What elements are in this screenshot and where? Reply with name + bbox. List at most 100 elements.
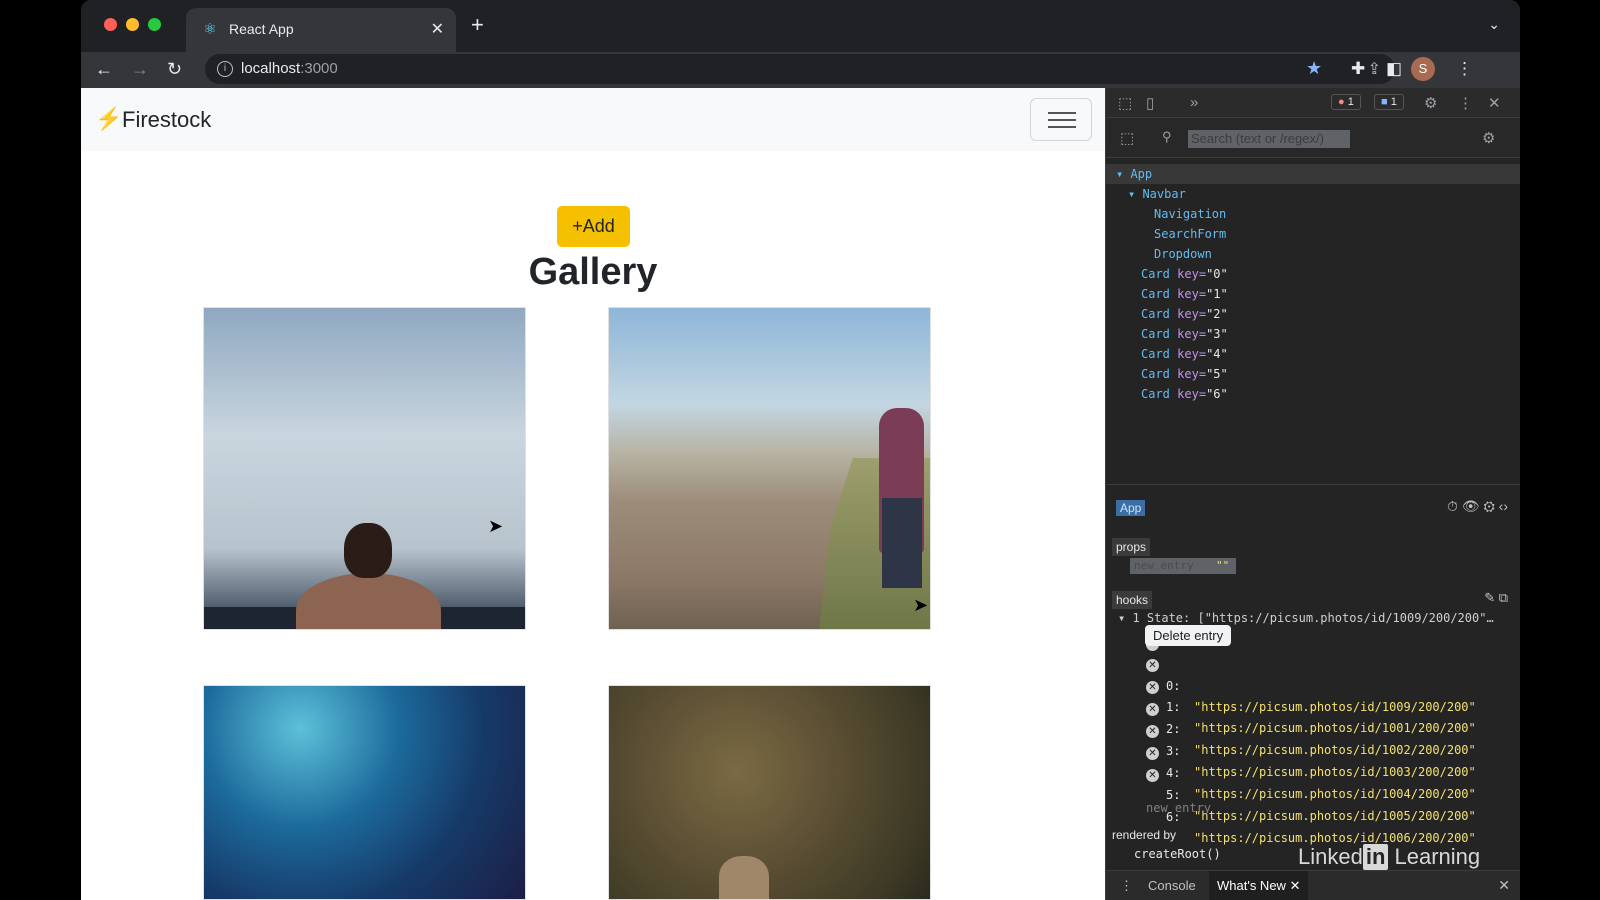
drawer-close-icon[interactable]: ✕ — [1498, 877, 1510, 894]
hook-entry[interactable]: ✕ 1: "https://picsum.photos/id/1001/200/… — [1106, 655, 1520, 735]
props-section-label: props — [1112, 538, 1151, 556]
mouse-cursor-icon: ➤ — [913, 595, 929, 615]
tab-title: React App — [229, 21, 294, 37]
hook-value[interactable]: "https://picsum.photos/id/1005/200/200" — [1194, 806, 1476, 827]
bookmark-star-icon[interactable]: ★ — [1306, 58, 1322, 79]
gallery-photo[interactable] — [203, 685, 526, 900]
delete-entry-tooltip: Delete entry — [1145, 625, 1232, 646]
reload-icon[interactable]: ↻ — [167, 57, 182, 81]
gallery-heading: Gallery — [528, 251, 658, 293]
tree-node-app[interactable]: ▾ App — [1106, 164, 1520, 184]
browser-toolbar: ← → ↻ i localhost:3000 ⇪ ★ ✚ ◧ S ⋮ — [81, 52, 1520, 88]
rendered-by-label: rendered by — [1112, 828, 1177, 842]
tree-node-card[interactable]: Card key="4" — [1106, 344, 1520, 364]
site-info-icon[interactable]: i — [217, 61, 233, 77]
devtools-menu-icon[interactable]: ⋮ — [1458, 94, 1473, 112]
gallery-photo[interactable] — [608, 307, 931, 630]
gallery-photo[interactable] — [203, 307, 526, 630]
tab-strip: ⚛ React App ✕ + ⌄ — [81, 0, 1520, 52]
state-hook-summary[interactable]: ▾ 1 State: ["https://picsum.photos/id/10… — [1118, 611, 1494, 625]
component-settings-icon[interactable]: ⚙ — [1482, 129, 1495, 147]
react-favicon-icon: ⚛ — [203, 21, 217, 38]
hook-value[interactable]: "https://picsum.photos/id/1004/200/200" — [1194, 784, 1476, 805]
tree-node-card[interactable]: Card key="3" — [1106, 324, 1520, 344]
device-toggle-icon[interactable]: ▯ — [1146, 94, 1154, 112]
delete-entry-icon[interactable]: ✕ — [1146, 659, 1159, 672]
tab-close-icon[interactable]: ✕ — [431, 19, 444, 39]
address-bar[interactable]: i localhost:3000 ⇪ — [205, 54, 1395, 84]
tree-node-dropdown[interactable]: Dropdown — [1106, 244, 1520, 264]
web-page: ⚡ Firestock +Add Gallery ➤ ➤ — [81, 88, 1105, 900]
close-window-button[interactable] — [104, 18, 117, 31]
tab-search-chevron-icon[interactable]: ⌄ — [1488, 16, 1500, 33]
person-head-shape — [344, 523, 392, 578]
hook-entry[interactable]: ✕ 4: "https://picsum.photos/id/1004/200/… — [1106, 721, 1520, 801]
hook-entry[interactable]: ✕ 3: "https://picsum.photos/id/1003/200/… — [1106, 699, 1520, 779]
tree-node-card[interactable]: Card key="0" — [1106, 264, 1520, 284]
select-component-icon[interactable]: ⬚ — [1120, 129, 1134, 147]
tree-node-card[interactable]: Card key="2" — [1106, 304, 1520, 324]
mouse-cursor-icon: ➤ — [488, 516, 504, 536]
person-legs-shape — [882, 498, 922, 588]
tree-node-card[interactable]: Card key="6" — [1106, 384, 1520, 404]
forward-arrow-icon[interactable]: → — [131, 57, 149, 81]
app-navbar: ⚡ Firestock — [81, 88, 1105, 151]
hook-entry[interactable]: ✕ 2: "https://picsum.photos/id/1002/200/… — [1106, 677, 1520, 757]
delete-entry-icon[interactable]: ✕ — [1146, 725, 1159, 738]
pane-divider[interactable] — [1106, 484, 1520, 485]
lightning-bolt-icon: ⚡ — [95, 106, 123, 131]
props-new-entry-label: new entry — [1134, 559, 1194, 572]
tree-node-searchform[interactable]: SearchForm — [1106, 224, 1520, 244]
share-icon[interactable]: ⇪ — [1368, 59, 1381, 79]
hooks-actions-icons[interactable]: ✎ ⧉ — [1484, 590, 1508, 606]
tree-node-card[interactable]: Card key="1" — [1106, 284, 1520, 304]
devtools-drawer: ⋮ Console What's New ✕ ✕ — [1106, 870, 1520, 900]
drawer-menu-icon[interactable]: ⋮ — [1120, 878, 1133, 894]
error-count-badge[interactable]: ● 1 — [1331, 94, 1361, 110]
delete-entry-icon[interactable]: ✕ — [1146, 769, 1159, 782]
hamburger-menu-button[interactable] — [1030, 98, 1092, 141]
linkedin-learning-watermark: Linked in Learning — [1298, 844, 1481, 870]
profile-avatar[interactable]: S — [1411, 57, 1435, 81]
gallery-photo[interactable] — [608, 685, 931, 900]
delete-entry-icon[interactable]: ✕ — [1146, 747, 1159, 760]
settings-gear-icon[interactable]: ⚙ — [1424, 94, 1437, 112]
more-tabs-icon[interactable]: » — [1190, 94, 1198, 111]
brand-name[interactable]: Firestock — [122, 107, 211, 133]
extensions-puzzle-icon[interactable]: ✚ — [1351, 59, 1365, 79]
back-arrow-icon[interactable]: ← — [95, 57, 113, 81]
tree-node-card[interactable]: Card key="5" — [1106, 364, 1520, 384]
new-tab-button[interactable]: + — [471, 14, 484, 36]
browser-tab[interactable]: ⚛ React App ✕ — [186, 8, 456, 52]
browser-window: ⚛ React App ✕ + ⌄ ← → ↻ i localhost:3000… — [81, 0, 1520, 900]
inspect-element-icon[interactable]: ⬚ — [1118, 94, 1132, 112]
message-count-badge[interactable]: ■ 1 — [1374, 94, 1404, 110]
add-button[interactable]: +Add — [557, 206, 630, 247]
hooks-new-entry[interactable]: new entry — [1146, 801, 1211, 815]
kebab-menu-icon[interactable]: ⋮ — [1456, 59, 1473, 79]
drawer-tab-whats-new[interactable]: What's New ✕ — [1209, 871, 1309, 900]
hook-entry[interactable]: ✕ 6: "https://picsum.photos/id/1006/200/… — [1106, 765, 1520, 845]
delete-entry-icon[interactable]: ✕ — [1146, 681, 1159, 694]
selected-component-name: App — [1116, 500, 1146, 516]
minimize-window-button[interactable] — [126, 18, 139, 31]
hook-entry[interactable]: ✕ 5: "https://picsum.photos/id/1005/200/… — [1106, 743, 1520, 823]
component-search-input[interactable]: Search (text or /regex/) — [1188, 130, 1350, 148]
person-shoulders-shape — [296, 573, 441, 629]
delete-entry-icon[interactable]: ✕ — [1146, 703, 1159, 716]
devtools-topbar: ⬚ ▯ » ● 1 ■ 1 ⚙ ⋮ ✕ — [1106, 88, 1520, 118]
side-panel-icon[interactable]: ◧ — [1386, 59, 1402, 79]
tree-node-navigation[interactable]: Navigation — [1106, 204, 1520, 224]
tree-node-navbar[interactable]: ▾ Navbar — [1106, 184, 1520, 204]
props-new-entry[interactable]: new entry "" — [1130, 558, 1236, 574]
url-text: localhost:3000 — [241, 60, 338, 77]
component-search-row: ⬚ ⚲ Search (text or /regex/) ⚙ — [1106, 118, 1520, 158]
devtools-panel: ⬚ ▯ » ● 1 ■ 1 ⚙ ⋮ ✕ ⬚ ⚲ Search (text or … — [1105, 88, 1520, 900]
fawn-shape — [719, 856, 769, 899]
devtools-close-icon[interactable]: ✕ — [1488, 94, 1501, 112]
drawer-tab-console[interactable]: Console — [1148, 878, 1196, 893]
search-icon: ⚲ — [1162, 129, 1172, 144]
maximize-window-button[interactable] — [148, 18, 161, 31]
component-tree: ▾ App ▾ Navbar Navigation SearchForm Dro… — [1106, 164, 1520, 404]
component-actions-icons[interactable]: ⏱ 👁 ⚙ ‹› — [1447, 498, 1508, 515]
